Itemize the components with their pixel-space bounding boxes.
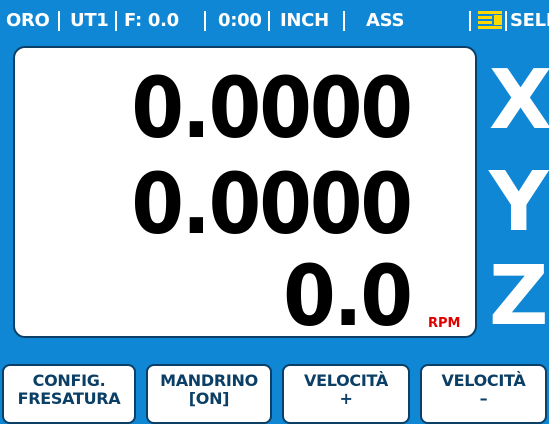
y-readout-value: 0.0000 [131,155,413,253]
axis-y-label[interactable]: Y [489,162,548,244]
status-bar: ORO UT1 F: 0.0 0:00 INCH ASS SELEZ [0,0,549,40]
softkey-bar: CONFIG. FRESATURA MANDRINO [ON] VELOCITÀ… [0,362,549,424]
z-readout-value: 0.0 [283,247,413,345]
spindle-unit-label: RPM [428,316,461,331]
mill-setup-softkey[interactable]: CONFIG. FRESATURA [2,364,136,424]
units-label: INCH [280,10,329,31]
mode-label: ORO [6,10,50,31]
softkey-label: MANDRINO [160,371,258,390]
softkey-label: FRESATURA [17,389,121,408]
timer-label: 0:00 [218,10,262,31]
status-divider [469,11,471,31]
softkey-label: CONFIG. [32,371,106,390]
softkey-label: VELOCITÀ [304,371,388,390]
status-divider [505,11,507,31]
spindle-toggle-softkey[interactable]: MANDRINO [ON] [146,364,272,424]
readout-panel: 0.0000 0.0000 0.0 RPM [13,46,477,338]
axis-x-label[interactable]: X [489,60,549,142]
status-divider [343,11,345,31]
softkey-label: + [339,389,353,408]
softkey-label: [ON] [188,389,230,408]
softkey-label: VELOCITÀ [441,371,526,390]
x-readout-value: 0.0000 [131,59,413,157]
reference-label: ASS [366,10,405,31]
select-button[interactable]: SELEZ [510,10,549,31]
axis-z-label[interactable]: Z [489,256,548,338]
status-divider [115,11,117,31]
tool-label: UT1 [70,10,109,31]
status-divider [58,11,60,31]
speed-increase-softkey[interactable]: VELOCITÀ + [282,364,410,424]
status-divider [268,11,270,31]
softkey-label: – [479,389,488,408]
display-mode-icon [478,11,502,29]
speed-decrease-softkey[interactable]: VELOCITÀ – [420,364,547,424]
status-divider [204,11,206,31]
feed-label: F: 0.0 [124,10,179,31]
